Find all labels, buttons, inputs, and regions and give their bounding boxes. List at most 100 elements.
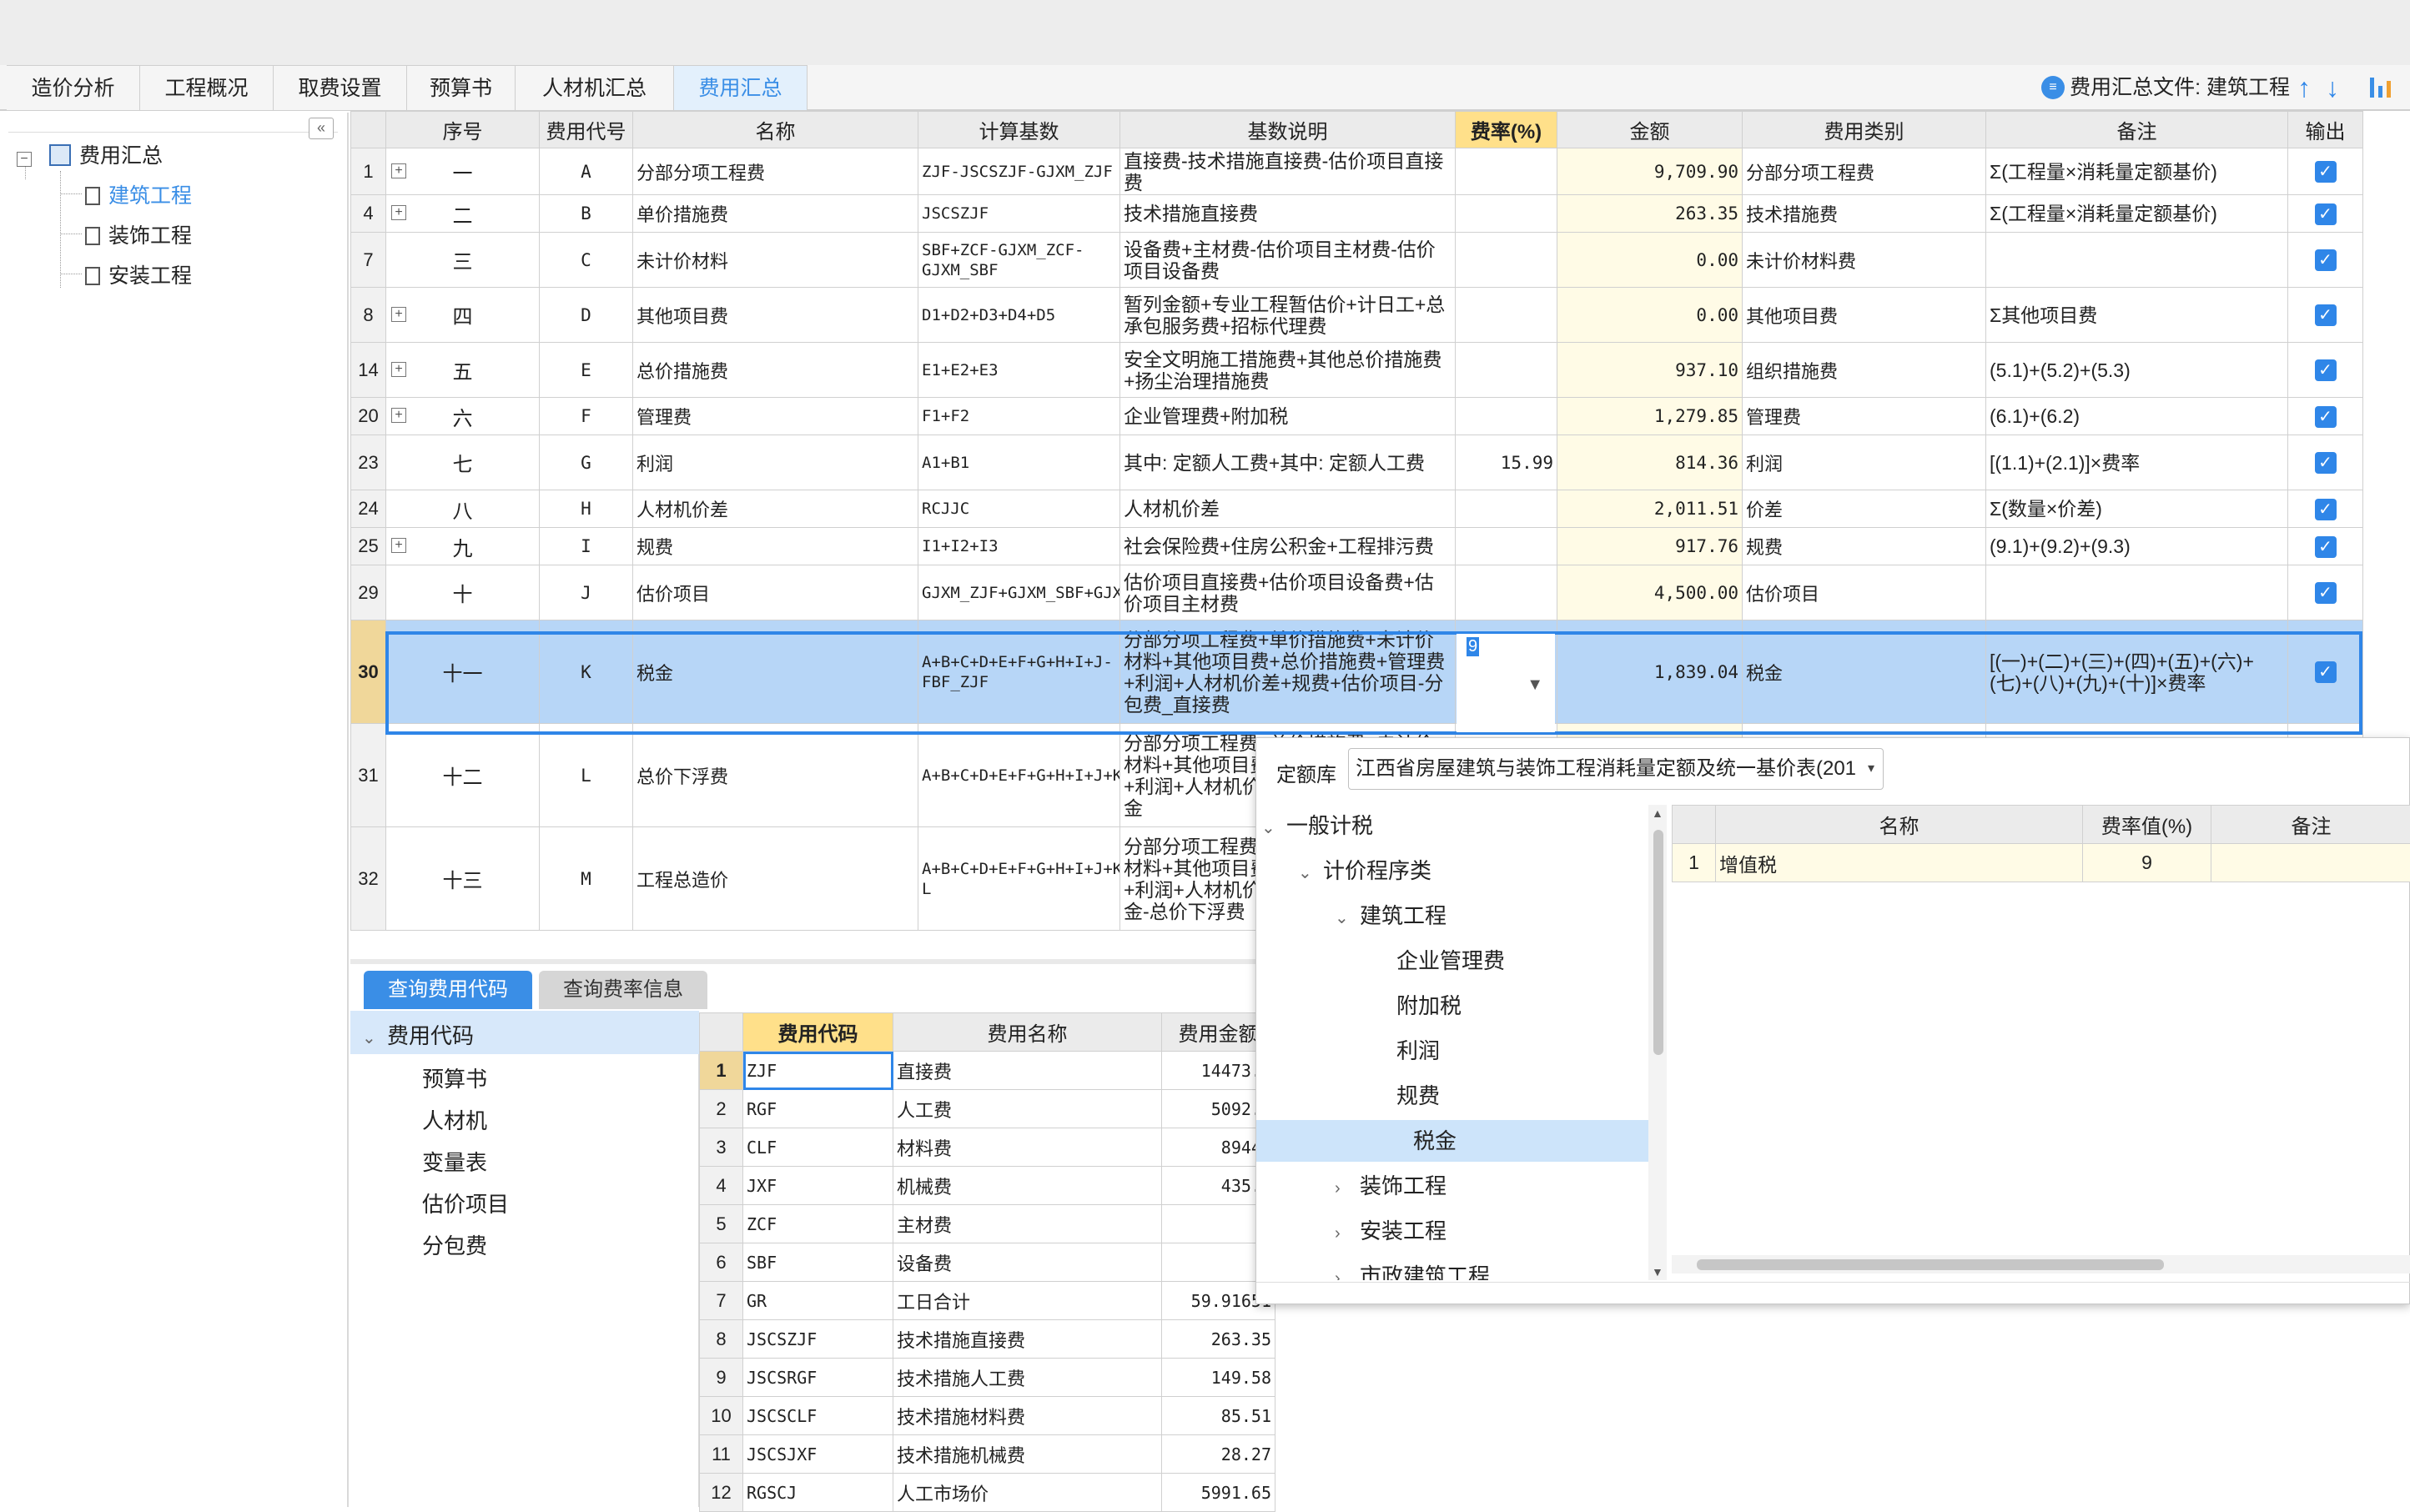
fee-name-cell[interactable]: 主材费 bbox=[893, 1205, 1162, 1243]
output-checkbox[interactable]: ✓ bbox=[2315, 304, 2337, 326]
category-cell[interactable]: 分部分项工程费 bbox=[1743, 148, 1986, 195]
output-checkbox[interactable]: ✓ bbox=[2315, 203, 2337, 225]
calc-base-cell[interactable]: A+B+C+D+E+F+G+H+I+J+K bbox=[918, 724, 1120, 827]
tree-root[interactable]: − 费用汇总 bbox=[17, 139, 163, 169]
col-fee-name-header[interactable]: 费用名称 bbox=[893, 1013, 1162, 1052]
chevron-down-icon[interactable]: ⌄ bbox=[1261, 807, 1280, 849]
output-cell[interactable]: ✓ bbox=[2288, 435, 2363, 490]
tree-item-installation[interactable]: 安装工程 bbox=[85, 259, 192, 289]
rate-cell[interactable] bbox=[1456, 233, 1557, 288]
calc-base-cell[interactable]: F1+F2 bbox=[918, 398, 1120, 435]
collapse-toggle-icon[interactable]: − bbox=[17, 152, 32, 167]
expand-toggle-icon[interactable]: + bbox=[391, 205, 406, 220]
base-desc-cell[interactable]: 人材机价差 bbox=[1120, 490, 1456, 528]
seq-cell[interactable]: +一 bbox=[386, 148, 540, 195]
fee-code-cell[interactable]: JSCSCLF bbox=[743, 1397, 893, 1435]
output-cell[interactable]: ✓ bbox=[2288, 565, 2363, 620]
output-cell[interactable]: ✓ bbox=[2288, 288, 2363, 343]
output-cell[interactable]: ✓ bbox=[2288, 343, 2363, 398]
fee-code-cell[interactable]: RGSCJ bbox=[743, 1474, 893, 1512]
code-grid-row[interactable]: 8JSCSZJF技术措施直接费263.35 bbox=[700, 1320, 1275, 1359]
fee-code-cell[interactable]: I bbox=[540, 528, 633, 565]
name-cell[interactable]: 分部分项工程费 bbox=[633, 148, 918, 195]
name-cell[interactable]: 管理费 bbox=[633, 398, 918, 435]
tab-fee-settings[interactable]: 取费设置 bbox=[274, 65, 407, 110]
category-cell[interactable]: 估价项目 bbox=[1743, 565, 1986, 620]
name-cell[interactable]: 单价措施费 bbox=[633, 195, 918, 233]
chevron-down-icon[interactable]: ⌄ bbox=[362, 1027, 380, 1048]
calc-base-cell[interactable]: GJXM_ZJF+GJXM_SBF+GJXM_ZCF bbox=[918, 565, 1120, 620]
fee-name-cell[interactable]: 技术措施直接费 bbox=[893, 1320, 1162, 1359]
code-tree-item[interactable]: 预算书 bbox=[422, 1062, 487, 1093]
fee-code-cell[interactable]: GR bbox=[743, 1282, 893, 1320]
category-cell[interactable]: 税金 bbox=[1743, 620, 1986, 724]
col-fee-code-header[interactable]: 费用代码 bbox=[743, 1013, 893, 1052]
output-checkbox[interactable]: ✓ bbox=[2315, 661, 2337, 683]
code-tree-root[interactable]: ⌄费用代码 bbox=[362, 1019, 474, 1050]
tree-vertical-scrollbar[interactable]: ▲ ▼ bbox=[1648, 805, 1667, 1280]
rate-cell[interactable] bbox=[1456, 288, 1557, 343]
fee-code-cell[interactable]: JSCSJXF bbox=[743, 1435, 893, 1474]
seq-cell[interactable]: 十三 bbox=[386, 827, 540, 931]
fee-name-cell[interactable]: 技术措施材料费 bbox=[893, 1397, 1162, 1435]
rate-tree-node[interactable]: 税金 bbox=[1256, 1120, 1648, 1162]
name-cell[interactable]: 其他项目费 bbox=[633, 288, 918, 343]
fee-code-cell[interactable]: M bbox=[540, 827, 633, 931]
rate-name-cell[interactable]: 增值税 bbox=[1716, 844, 2083, 882]
scroll-up-icon[interactable]: ▲ bbox=[1652, 806, 1663, 820]
name-cell[interactable]: 未计价材料 bbox=[633, 233, 918, 288]
calc-base-cell[interactable]: RCJJC bbox=[918, 490, 1120, 528]
category-cell[interactable]: 管理费 bbox=[1743, 398, 1986, 435]
col-base-header[interactable]: 计算基数 bbox=[918, 112, 1120, 148]
output-cell[interactable]: ✓ bbox=[2288, 195, 2363, 233]
output-checkbox[interactable]: ✓ bbox=[2315, 452, 2337, 474]
remark-cell[interactable]: (6.1)+(6.2) bbox=[1986, 398, 2288, 435]
chevron-right-icon[interactable]: › bbox=[1335, 1213, 1353, 1254]
grid-row[interactable]: 29十J估价项目GJXM_ZJF+GJXM_SBF+GJXM_ZCF估价项目直接… bbox=[351, 565, 2363, 620]
output-cell[interactable]: ✓ bbox=[2288, 528, 2363, 565]
fee-code-cell[interactable]: JXF bbox=[743, 1167, 893, 1205]
seq-cell[interactable]: +九 bbox=[386, 528, 540, 565]
grid-row[interactable]: 7三C未计价材料SBF+ZCF-GJXM_ZCF-GJXM_SBF设备费+主材费… bbox=[351, 233, 2363, 288]
fee-name-cell[interactable]: 工日合计 bbox=[893, 1282, 1162, 1320]
grid-row[interactable]: 30十一K税金A+B+C+D+E+F+G+H+I+J-FBF_ZJF分部分项工程… bbox=[351, 620, 2363, 724]
base-desc-cell[interactable]: 其中: 定额人工费+其中: 定额人工费 bbox=[1120, 435, 1456, 490]
code-grid-row[interactable]: 5ZCF主材费 bbox=[700, 1205, 1275, 1243]
rate-tree-node[interactable]: 利润 bbox=[1371, 1030, 1440, 1072]
code-grid-row[interactable]: 2RGF人工费5092.9 bbox=[700, 1090, 1275, 1128]
expand-toggle-icon[interactable]: + bbox=[391, 307, 406, 322]
move-down-icon[interactable]: ↓ bbox=[2318, 65, 2347, 110]
base-desc-cell[interactable]: 设备费+主材费-估价项目主材费-估价项目设备费 bbox=[1120, 233, 1456, 288]
library-select[interactable]: 江西省房屋建筑与装饰工程消耗量定额及统一基价表(201 ▾ bbox=[1348, 748, 1884, 790]
fee-code-cell[interactable]: G bbox=[540, 435, 633, 490]
tab-query-fee-code[interactable]: 查询费用代码 bbox=[364, 971, 532, 1009]
scroll-down-icon[interactable]: ▼ bbox=[1652, 1265, 1663, 1278]
fee-code-cell[interactable]: CLF bbox=[743, 1128, 893, 1167]
seq-cell[interactable]: +五 bbox=[386, 343, 540, 398]
col-seq-header[interactable]: 序号 bbox=[386, 112, 540, 148]
rate-tree-node[interactable]: ⌄建筑工程 bbox=[1335, 895, 1447, 937]
calc-base-cell[interactable]: A+B+C+D+E+F+G+H+I+J+K-L bbox=[918, 827, 1120, 931]
chevron-right-icon[interactable]: › bbox=[1335, 1258, 1353, 1280]
output-cell[interactable]: ✓ bbox=[2288, 398, 2363, 435]
expand-toggle-icon[interactable]: + bbox=[391, 362, 406, 377]
rate-cell[interactable] bbox=[1456, 528, 1557, 565]
tab-labor-material-summary[interactable]: 人材机汇总 bbox=[516, 65, 674, 110]
code-grid-row[interactable]: 6SBF设备费 bbox=[700, 1243, 1275, 1282]
output-checkbox[interactable]: ✓ bbox=[2315, 582, 2337, 604]
col-rate-header[interactable]: 费率(%) bbox=[1456, 112, 1557, 148]
tree-item-decoration[interactable]: 装饰工程 bbox=[85, 219, 192, 249]
rate-tree-node[interactable]: 附加税 bbox=[1371, 985, 1462, 1027]
seq-cell[interactable]: +六 bbox=[386, 398, 540, 435]
fee-code-cell[interactable]: F bbox=[540, 398, 633, 435]
fee-name-cell[interactable]: 材料费 bbox=[893, 1128, 1162, 1167]
fee-code-cell[interactable]: RGF bbox=[743, 1090, 893, 1128]
remark-cell[interactable]: [(1.1)+(2.1)]×费率 bbox=[1986, 435, 2288, 490]
seq-cell[interactable]: 十 bbox=[386, 565, 540, 620]
calc-base-cell[interactable]: D1+D2+D3+D4+D5 bbox=[918, 288, 1120, 343]
rate-tree-node[interactable]: ›安装工程 bbox=[1335, 1210, 1447, 1252]
fee-code-cell[interactable]: E bbox=[540, 343, 633, 398]
calc-base-cell[interactable]: ZJF-JSCSZJF-GJXM_ZJF bbox=[918, 148, 1120, 195]
base-desc-cell[interactable]: 暂列金额+专业工程暂估价+计日工+总承包服务费+招标代理费 bbox=[1120, 288, 1456, 343]
col-rate-value-header[interactable]: 费率值(%) bbox=[2083, 806, 2211, 844]
